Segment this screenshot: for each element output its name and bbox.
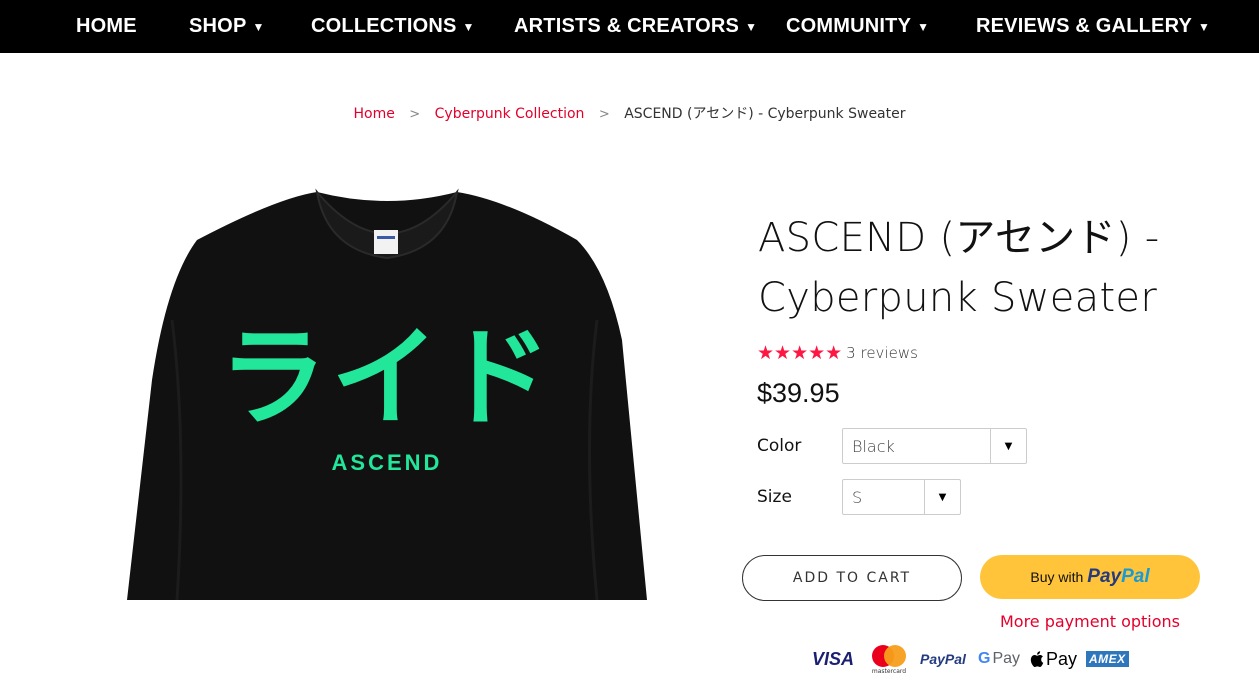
nav-reviews-gallery[interactable]: REVIEWS & GALLERY ▼ (976, 0, 1210, 53)
chevron-down-icon: ▼ (462, 19, 475, 34)
paypal-logo-pal: Pal (1121, 566, 1150, 587)
nav-reviews-label: REVIEWS & GALLERY (976, 15, 1193, 37)
sweater-print-jp: ライド (219, 316, 555, 441)
color-select-value: Black (852, 436, 895, 456)
paypal-button[interactable]: Buy with Pay Pal (980, 555, 1200, 599)
mastercard-icon: mastercard (868, 643, 910, 675)
paypal-buy-label: Buy with (1030, 569, 1084, 585)
product-title-line1: ASCEND (アセンド) - (758, 215, 1160, 261)
google-pay-icon: G Pay (978, 643, 1020, 675)
paypal-icon: PayPal (920, 643, 966, 675)
apple-pay-icon: Pay (1030, 643, 1077, 675)
chevron-right-icon: > (409, 107, 421, 122)
paypal-text: PayPal (920, 651, 966, 667)
nav-home-label: HOME (76, 15, 137, 37)
product-image[interactable]: ライド ASCEND (127, 180, 647, 600)
add-to-cart-button[interactable]: ADD TO CART (742, 555, 962, 601)
paypal-logo-pay: Pay (1087, 566, 1122, 587)
apple-icon (1030, 651, 1044, 667)
neck-label-print (377, 236, 395, 239)
mastercard-circles: mastercard (872, 645, 906, 675)
product-rating[interactable]: ★★★★★ 3 reviews (757, 342, 918, 364)
review-count[interactable]: 3 reviews (846, 344, 918, 362)
chevron-right-icon: > (598, 107, 610, 122)
sweater-illustration: ライド ASCEND (127, 188, 647, 600)
product-title: ASCEND (アセンド) - Cyberpunk Sweater (758, 208, 1228, 328)
gpay-text: Pay (992, 650, 1021, 667)
breadcrumb-collection-link[interactable]: Cyberpunk Collection (435, 106, 585, 122)
amex-text: AMEX (1086, 651, 1129, 667)
nav-community[interactable]: COMMUNITY ▼ (786, 0, 929, 53)
gpay-g: G (978, 650, 991, 667)
applepay-text: Pay (1046, 648, 1078, 669)
product-price: $39.95 (757, 378, 840, 408)
nav-shop-label: SHOP (189, 15, 247, 37)
nav-community-label: COMMUNITY (786, 15, 912, 37)
nav-shop[interactable]: SHOP ▼ (189, 0, 265, 53)
breadcrumb-home-link[interactable]: Home (353, 106, 394, 122)
chevron-down-icon: ▼ (252, 19, 265, 34)
more-payment-options-link[interactable]: More payment options (980, 612, 1200, 631)
visa-icon: VISA (812, 643, 854, 675)
chevron-down-icon: ▼ (990, 429, 1026, 463)
color-select[interactable]: Black ▼ (842, 428, 1027, 464)
sweater-print-en: ASCEND (332, 450, 443, 475)
size-label: Size (757, 487, 792, 507)
breadcrumb: Home > Cyberpunk Collection > ASCEND (アセ… (0, 103, 1259, 123)
size-select[interactable]: S ▼ (842, 479, 961, 515)
size-select-value: S (852, 487, 863, 507)
amex-icon: AMEX (1086, 643, 1129, 675)
chevron-down-icon: ▼ (917, 19, 930, 34)
chevron-down-icon: ▼ (1198, 19, 1211, 34)
nav-collections-label: COLLECTIONS (311, 15, 457, 37)
nav-artists-creators[interactable]: ARTISTS & CREATORS ▼ (514, 0, 757, 53)
chevron-down-icon: ▼ (745, 19, 758, 34)
star-rating-icon: ★★★★★ (757, 342, 843, 364)
neck-label (374, 230, 398, 254)
nav-collections[interactable]: COLLECTIONS ▼ (311, 0, 475, 53)
color-label: Color (757, 436, 802, 456)
chevron-down-icon: ▼ (924, 480, 960, 514)
product-title-line2: Cyberpunk Sweater (758, 275, 1158, 321)
visa-text: VISA (812, 648, 855, 669)
main-nav: HOME SHOP ▼ COLLECTIONS ▼ ARTISTS & CREATO… (0, 0, 1259, 53)
nav-home[interactable]: HOME (76, 0, 137, 53)
nav-artists-label: ARTISTS & CREATORS (514, 15, 740, 37)
breadcrumb-current: ASCEND (アセンド) - Cyberpunk Sweater (624, 106, 906, 122)
mastercard-text: mastercard (872, 668, 906, 675)
